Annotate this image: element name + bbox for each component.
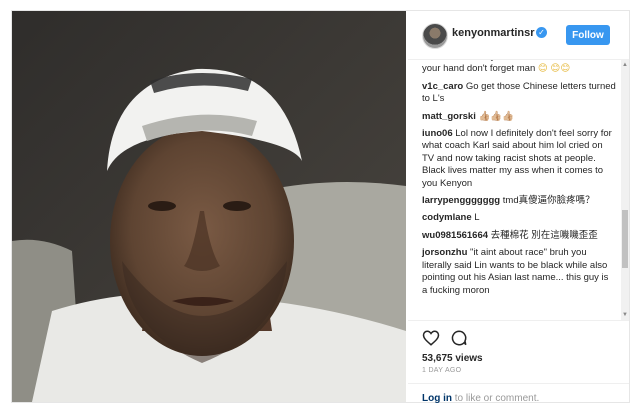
comment-username-link[interactable]: larrypenggggggg bbox=[422, 195, 500, 206]
comment-item: damian_to and you have a Chinese tattoo … bbox=[422, 60, 616, 76]
comment-item: wu0981561664 去種棉花 別在這嘰嘰歪歪 bbox=[422, 230, 616, 242]
comment-item: v1c_caro Go get those Chinese letters tu… bbox=[422, 81, 616, 106]
scrollbar-thumb[interactable] bbox=[622, 210, 628, 268]
comments-container: damian_to and you have a Chinese tattoo … bbox=[422, 60, 616, 302]
comment-username-link[interactable]: v1c_caro bbox=[422, 81, 463, 92]
login-prompt: Log in to like or comment. bbox=[408, 383, 629, 404]
like-heart-icon[interactable] bbox=[422, 329, 440, 347]
post-date: 1 DAY AGO bbox=[422, 367, 462, 374]
comment-item: matt_gorski 👍🏼👍🏼👍🏼 bbox=[422, 111, 616, 123]
comments-scrollbar[interactable]: ▲ ▼ bbox=[621, 60, 629, 320]
comment-username-link[interactable]: jorsonzhu bbox=[422, 247, 467, 258]
comment-emoji: 😊 😊😊 bbox=[535, 63, 571, 75]
verified-badge-icon: ✓ bbox=[536, 27, 547, 38]
scroll-down-arrow-icon[interactable]: ▼ bbox=[621, 310, 629, 320]
instagram-post: kenyonmartinsr ✓ Follow damian_to and yo… bbox=[11, 10, 630, 404]
scroll-up-arrow-icon[interactable]: ▲ bbox=[621, 60, 629, 70]
video-frame-image bbox=[12, 11, 406, 402]
comment-emoji: 👍🏼👍🏼👍🏼 bbox=[475, 110, 514, 122]
follow-button[interactable]: Follow bbox=[566, 25, 610, 45]
view-count: 53,675 views bbox=[422, 353, 483, 364]
login-link[interactable]: Log in bbox=[422, 393, 452, 404]
post-actions: 53,675 views 1 DAY AGO Log in to like or… bbox=[408, 320, 629, 404]
post-sidebar: kenyonmartinsr ✓ Follow damian_to and yo… bbox=[408, 11, 629, 404]
comment-username-link[interactable]: codymlane bbox=[422, 212, 472, 223]
comment-item: iuno06 Lol now I definitely don't feel s… bbox=[422, 128, 616, 190]
comment-item: jorsonzhu "it aint about race" bruh you … bbox=[422, 247, 616, 297]
comment-username-link[interactable]: wu0981561664 bbox=[422, 230, 488, 241]
comment-text: L bbox=[471, 212, 480, 224]
comment-item: larrypenggggggg tmd真傻逼你臉疼嗎？ bbox=[422, 195, 616, 207]
avatar[interactable] bbox=[422, 23, 448, 49]
comment-text: 去種棉花 別在這嘰嘰歪歪 bbox=[488, 229, 598, 241]
comment-username-link[interactable]: iuno06 bbox=[422, 128, 453, 139]
comment-bubble-icon[interactable] bbox=[450, 329, 468, 347]
comments-list[interactable]: damian_to and you have a Chinese tattoo … bbox=[408, 60, 621, 320]
username-link[interactable]: kenyonmartinsr bbox=[452, 27, 535, 39]
comment-text: and you have a Chinese tattoo in your ha… bbox=[422, 60, 611, 75]
comment-username-link[interactable]: damian_to bbox=[422, 60, 470, 62]
comment-username-link[interactable]: matt_gorski bbox=[422, 111, 476, 122]
login-prompt-text: to like or comment. bbox=[452, 393, 540, 404]
post-video[interactable] bbox=[12, 11, 406, 402]
post-header: kenyonmartinsr ✓ Follow bbox=[408, 11, 629, 60]
comment-text: tmd真傻逼你臉疼嗎？ bbox=[500, 195, 595, 207]
comment-item: codymlane L bbox=[422, 212, 616, 224]
